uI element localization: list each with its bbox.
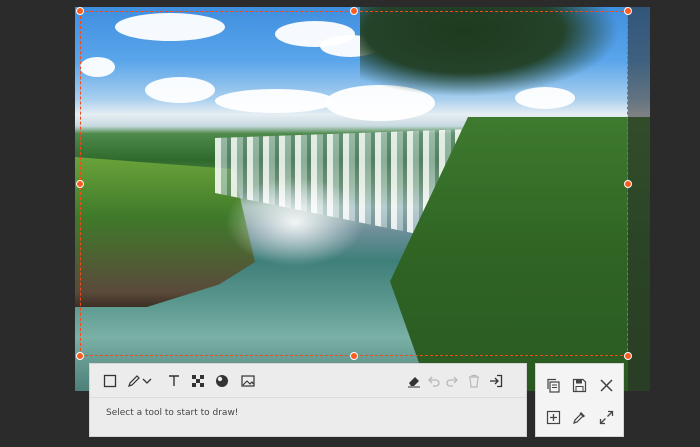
unselected-overlay bbox=[628, 7, 650, 391]
close-icon bbox=[599, 378, 613, 392]
pin-to-screen-button[interactable] bbox=[542, 406, 564, 428]
undo-icon bbox=[428, 376, 440, 387]
text-icon bbox=[169, 375, 179, 386]
copy-icon bbox=[546, 378, 560, 393]
color-picker-button[interactable] bbox=[568, 406, 590, 428]
trash-icon bbox=[469, 374, 479, 388]
fullscreen-button[interactable] bbox=[595, 406, 617, 428]
resize-handle-bottom-right[interactable] bbox=[624, 352, 632, 360]
text-tool[interactable] bbox=[164, 370, 184, 392]
mosaic-tool[interactable] bbox=[188, 370, 208, 392]
redo-icon bbox=[446, 376, 458, 387]
image-tool[interactable] bbox=[238, 370, 258, 392]
resize-handle-bottom-center[interactable] bbox=[350, 352, 358, 360]
square-icon bbox=[103, 374, 117, 388]
chevron-down-icon bbox=[142, 378, 152, 384]
drawing-toolbar: Select a tool to start to draw! bbox=[89, 363, 527, 437]
mosaic-icon bbox=[192, 375, 204, 387]
redo-button[interactable] bbox=[442, 370, 462, 392]
copy-button[interactable] bbox=[542, 374, 564, 396]
delete-button[interactable] bbox=[464, 370, 484, 392]
resize-handle-middle-right[interactable] bbox=[624, 180, 632, 188]
pen-icon bbox=[128, 375, 140, 387]
exit-icon bbox=[490, 374, 503, 388]
resize-handle-top-right[interactable] bbox=[624, 7, 632, 15]
eyedropper-icon bbox=[572, 411, 585, 424]
image-icon bbox=[241, 375, 255, 387]
blur-tool[interactable] bbox=[212, 370, 232, 392]
resize-handle-bottom-left[interactable] bbox=[76, 352, 84, 360]
blur-icon bbox=[216, 375, 228, 387]
close-button[interactable] bbox=[595, 374, 617, 396]
action-panel bbox=[535, 363, 624, 437]
capture-selection[interactable] bbox=[80, 11, 628, 356]
save-icon bbox=[572, 378, 586, 392]
resize-handle-middle-left[interactable] bbox=[76, 180, 84, 188]
exit-button[interactable] bbox=[486, 370, 506, 392]
pin-add-icon bbox=[546, 410, 560, 424]
eraser-icon bbox=[408, 377, 420, 388]
eraser-button[interactable] bbox=[404, 370, 424, 392]
status-text: Select a tool to start to draw! bbox=[106, 408, 239, 418]
rectangle-tool[interactable] bbox=[100, 370, 120, 392]
toolbar-divider bbox=[90, 397, 526, 398]
undo-button[interactable] bbox=[424, 370, 444, 392]
save-button[interactable] bbox=[568, 374, 590, 396]
resize-handle-top-center[interactable] bbox=[350, 7, 358, 15]
pen-options-dropdown[interactable] bbox=[140, 370, 154, 392]
resize-handle-top-left[interactable] bbox=[76, 7, 84, 15]
expand-icon bbox=[599, 410, 613, 424]
